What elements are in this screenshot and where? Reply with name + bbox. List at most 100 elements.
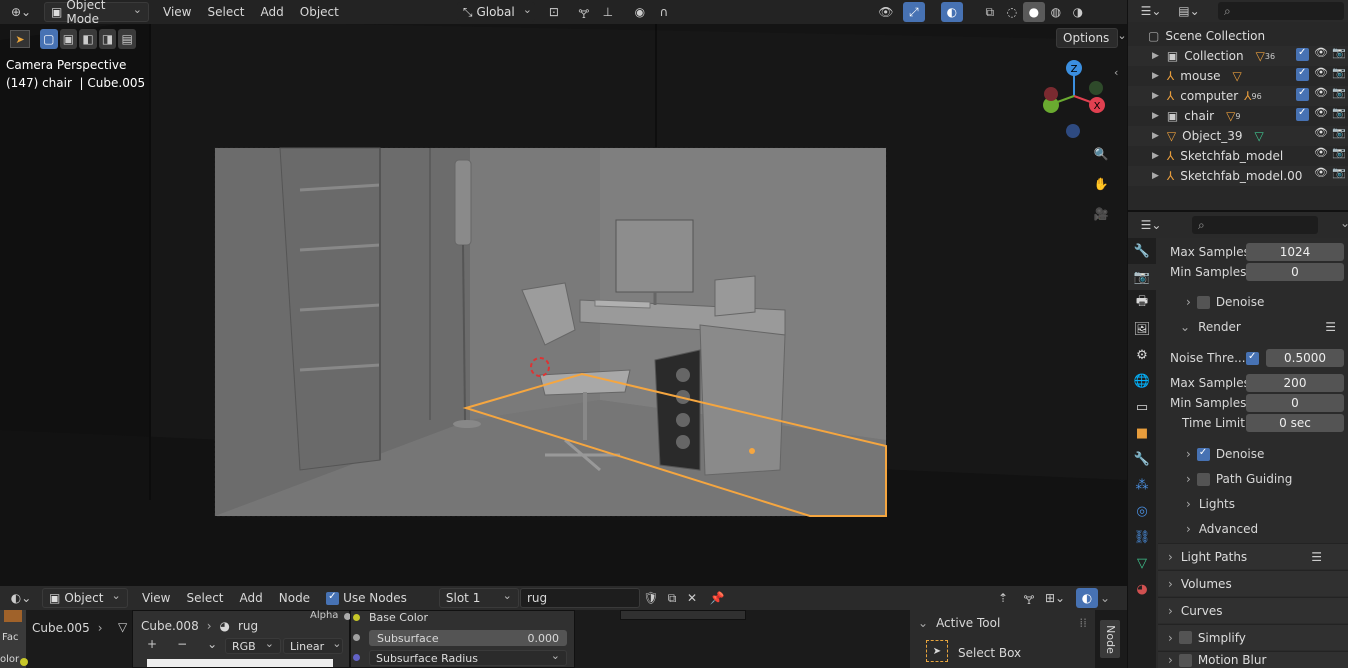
lights-subpanel[interactable]: › Lights: [1186, 494, 1235, 514]
3d-viewport[interactable]: ⊕⌄ ▣ Object Mode View Select Add Object …: [0, 0, 1127, 586]
preset-list-icon[interactable]: ☰: [1325, 320, 1336, 334]
select-extend-icon[interactable]: ▣: [59, 29, 78, 49]
expand-arrow-icon[interactable]: ▶: [1152, 91, 1159, 101]
expand-arrow-icon[interactable]: ▶: [1152, 71, 1159, 81]
max-samples-field[interactable]: 1024: [1246, 243, 1344, 261]
select-invert-icon[interactable]: ◨: [98, 29, 117, 49]
xray-toggle-icon[interactable]: ⧉: [979, 2, 1001, 22]
select-new-icon[interactable]: ▢: [40, 29, 58, 49]
expand-arrow-icon[interactable]: ▶: [1152, 151, 1159, 161]
principled-bsdf-node[interactable]: Base Color Subsurface 0.000 Subsurface R…: [350, 610, 575, 668]
solid-shading-icon[interactable]: ●: [1022, 2, 1045, 22]
output-tab-icon[interactable]: 🖶: [1128, 290, 1156, 316]
subsurface-field[interactable]: Subsurface 0.000: [369, 630, 567, 646]
camera-icon[interactable]: 📷: [1332, 166, 1346, 179]
object-tab-icon[interactable]: ■: [1128, 420, 1156, 446]
expand-arrow-icon[interactable]: ▶: [1152, 51, 1159, 61]
menu-add[interactable]: Add: [261, 5, 284, 19]
tool-tab-icon[interactable]: 🔧: [1128, 238, 1156, 264]
advanced-subpanel[interactable]: › Advanced: [1186, 519, 1258, 539]
select-intersect-icon[interactable]: ▤: [118, 29, 136, 49]
falloff-icon[interactable]: ∩: [653, 2, 675, 22]
options-dropdown[interactable]: Options: [1056, 28, 1118, 48]
menu-node[interactable]: Node: [279, 591, 310, 605]
material-name-field[interactable]: rug: [520, 588, 640, 608]
drag-handle-icon[interactable]: ⁞⁞: [1079, 616, 1087, 630]
subsurface-radius-field[interactable]: Subsurface Radius: [369, 650, 567, 666]
menu-select[interactable]: Select: [186, 591, 223, 605]
menu-select[interactable]: Select: [207, 5, 244, 19]
camera-icon[interactable]: 📷: [1332, 146, 1346, 159]
remove-icon[interactable]: −: [177, 637, 187, 651]
scene-collection-row[interactable]: ▢ Scene Collection: [1128, 26, 1348, 46]
sidebar-toggle-icon[interactable]: ‹: [1114, 66, 1118, 79]
node-canvas[interactable]: Fac olor Cube.005 › ▽ Cube.008 › ◕ rug +…: [0, 610, 1127, 668]
camera-icon[interactable]: 📷: [1332, 106, 1346, 119]
display-mode-icon[interactable]: ▤⌄: [1174, 1, 1204, 21]
render-max-samples-field[interactable]: 200: [1246, 374, 1344, 392]
render-subpanel-header[interactable]: ⌄ Render ☰: [1180, 317, 1348, 337]
simplify-panel[interactable]: › Simplify: [1158, 624, 1348, 650]
select-box-icon[interactable]: ➤: [926, 640, 948, 662]
overlays-toggle-icon[interactable]: ◐: [1076, 588, 1098, 608]
path-guiding-checkbox[interactable]: [1196, 472, 1210, 486]
mode-selector[interactable]: ▣ Object Mode: [44, 0, 149, 26]
properties-search-input[interactable]: ⌕: [1192, 216, 1318, 234]
area-divider[interactable]: [1128, 210, 1348, 212]
eye-icon[interactable]: 👁: [1314, 126, 1328, 139]
modifier-tab-icon[interactable]: 🔧: [1128, 446, 1156, 472]
data-tab-icon[interactable]: ▽: [1128, 550, 1156, 576]
outliner-search-input[interactable]: ⌕: [1218, 2, 1344, 20]
expand-arrow-icon[interactable]: ▶: [1152, 131, 1159, 141]
eye-icon[interactable]: 👁: [1314, 46, 1328, 59]
scene-tab-icon[interactable]: ⚙: [1128, 342, 1156, 368]
parent-node-tree-icon[interactable]: ⇡: [992, 588, 1014, 608]
editor-type-icon[interactable]: ☰⌄: [1136, 215, 1166, 235]
exclude-checkbox[interactable]: [1296, 107, 1309, 121]
render-tab-icon[interactable]: 📷: [1128, 264, 1156, 290]
menu-add[interactable]: Add: [240, 591, 263, 605]
menu-view[interactable]: View: [142, 591, 170, 605]
camera-icon[interactable]: 📷: [1332, 46, 1346, 59]
simplify-checkbox[interactable]: [1178, 631, 1192, 644]
editor-type-icon[interactable]: ☰⌄: [1136, 1, 1166, 21]
menu-view[interactable]: View: [163, 5, 191, 19]
motion-blur-panel[interactable]: › Motion Blur: [1158, 651, 1348, 668]
view-layer-tab-icon[interactable]: 🖼: [1128, 316, 1156, 342]
navigation-gizmo[interactable]: Z X: [1040, 58, 1112, 142]
node-fragment[interactable]: [620, 610, 746, 620]
viewport-denoise-checkbox[interactable]: [1196, 295, 1210, 309]
render-min-samples-field[interactable]: 0: [1246, 394, 1344, 412]
exclude-checkbox[interactable]: [1296, 67, 1309, 81]
editor-type-icon[interactable]: ⊕⌄: [6, 2, 36, 22]
overlays-toggle-icon[interactable]: ◐: [940, 2, 963, 22]
noise-threshold-checkbox[interactable]: [1246, 351, 1259, 365]
material-tab-icon[interactable]: ◕: [1128, 576, 1156, 602]
camera-icon[interactable]: 📷: [1332, 126, 1346, 139]
preset-list-icon[interactable]: ☰: [1311, 550, 1322, 564]
exclude-checkbox[interactable]: [1296, 47, 1309, 61]
node-sidebar-tab[interactable]: Node: [1100, 620, 1120, 658]
select-subtract-icon[interactable]: ◧: [79, 29, 97, 49]
snap-target-icon[interactable]: ⊞⌄: [1040, 588, 1070, 608]
add-icon[interactable]: +: [147, 637, 157, 651]
orientation-selector[interactable]: ⤡ Global: [456, 2, 535, 22]
slot-selector[interactable]: Slot 1: [438, 588, 519, 608]
eye-icon[interactable]: 👁: [1314, 86, 1328, 99]
volumes-panel[interactable]: › Volumes: [1158, 570, 1348, 596]
pin-icon[interactable]: ⌄: [1340, 216, 1348, 230]
color-mode-selector[interactable]: RGB: [225, 638, 281, 654]
snap-icon[interactable]: 🝖: [573, 2, 595, 22]
chevron-down-icon[interactable]: ⌄: [1100, 591, 1110, 605]
base-color-socket-icon[interactable]: [353, 614, 360, 621]
render-denoise-subpanel[interactable]: › Denoise: [1186, 444, 1264, 464]
fake-user-icon[interactable]: 🛡: [640, 588, 662, 608]
select-tool-icon[interactable]: ➤: [10, 30, 30, 48]
subsurface-radius-socket-icon[interactable]: [353, 654, 360, 661]
subsurface-socket-icon[interactable]: [353, 634, 360, 641]
shader-type-selector[interactable]: ▣ Object: [42, 588, 128, 608]
area-divider[interactable]: [1127, 0, 1128, 668]
chevron-down-icon[interactable]: ⌄: [207, 637, 217, 651]
menu-object[interactable]: Object: [300, 5, 339, 19]
camera-icon[interactable]: 📷: [1332, 86, 1346, 99]
